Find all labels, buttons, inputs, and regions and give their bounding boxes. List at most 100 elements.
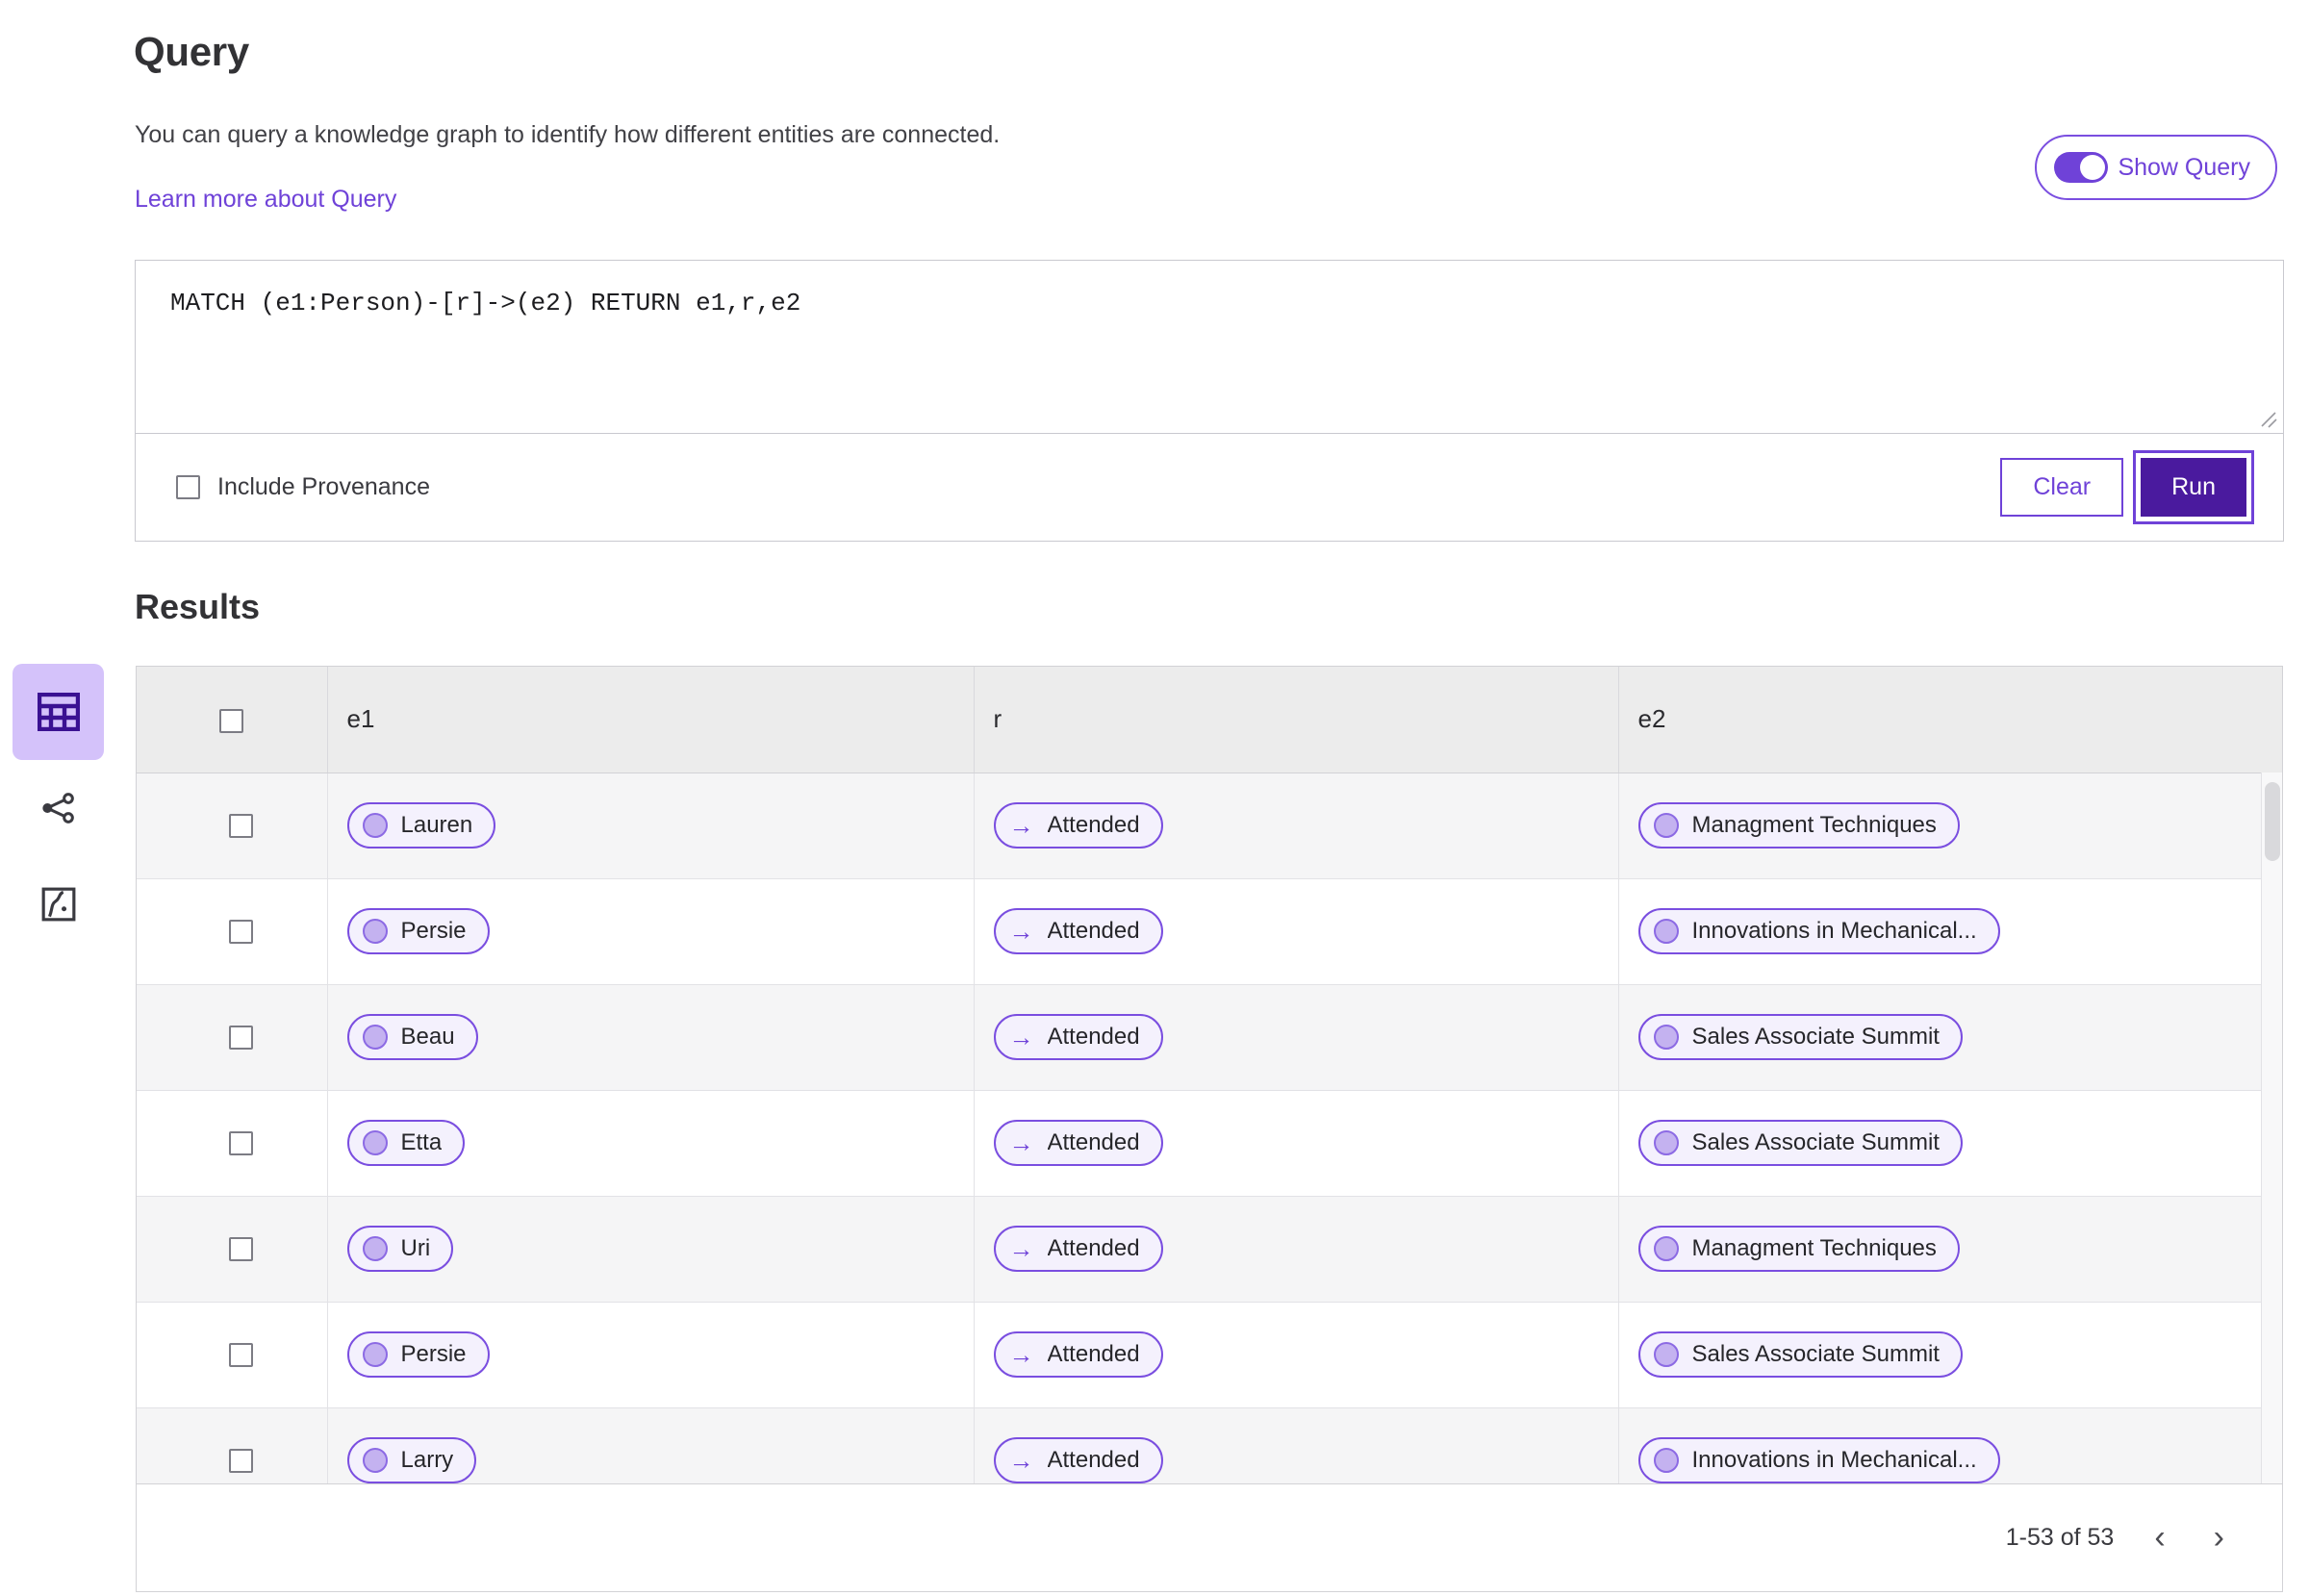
clear-button[interactable]: Clear <box>2000 458 2124 517</box>
row-select-cell <box>137 1302 328 1408</box>
select-all-checkbox[interactable] <box>219 708 244 733</box>
entity-chip[interactable]: Managment Techniques <box>1637 802 1960 849</box>
arrow-right-icon: → <box>1008 1446 1034 1475</box>
chip-label: Uri <box>400 1235 431 1261</box>
scrollbar-thumb[interactable] <box>2265 782 2280 861</box>
row-checkbox[interactable] <box>229 919 254 944</box>
results-vertical-scrollbar[interactable] <box>2261 773 2282 1483</box>
query-input[interactable]: MATCH (e1:Person)-[r]->(e2) RETURN e1,r,… <box>136 261 2283 434</box>
include-provenance-label: Include Provenance <box>217 473 430 500</box>
chip-label: Attended <box>1047 812 1140 838</box>
query-editor-card: MATCH (e1:Person)-[r]->(e2) RETURN e1,r,… <box>135 260 2284 542</box>
chip-label: Beau <box>400 1024 455 1050</box>
entity-node-icon <box>362 919 388 944</box>
entity-node-icon <box>1653 1236 1679 1261</box>
row-select-cell <box>137 1090 328 1197</box>
entity-chip[interactable]: Persie <box>346 1331 490 1378</box>
sidebar-item-graph-view[interactable] <box>13 760 104 856</box>
page-title: Query <box>134 29 249 74</box>
entity-node-icon <box>1653 1342 1679 1367</box>
resize-grip-icon[interactable] <box>2256 407 2277 428</box>
relationship-chip[interactable]: → Attended <box>993 1331 1163 1378</box>
table-row[interactable]: Uri → Attended Managment Techniques <box>137 1196 2282 1303</box>
sidebar-item-table-view[interactable] <box>13 664 104 760</box>
entity-node-icon <box>362 1130 388 1155</box>
row-checkbox[interactable] <box>229 1130 254 1155</box>
table-row[interactable]: Persie → Attended Sales Associate Summit <box>137 1302 2282 1408</box>
cell-e2: Sales Associate Summit <box>1618 1090 2282 1197</box>
relationship-chip[interactable]: → Attended <box>993 1437 1163 1483</box>
entity-node-icon <box>1653 1130 1679 1155</box>
table-row[interactable]: Beau → Attended Sales Associate Summit <box>137 984 2282 1091</box>
entity-chip[interactable]: Lauren <box>346 802 496 849</box>
entity-chip[interactable]: Sales Associate Summit <box>1637 1331 1963 1378</box>
pagination-next-button[interactable]: › <box>2206 1517 2232 1558</box>
toggle-switch[interactable] <box>2054 152 2109 183</box>
arrow-right-icon: → <box>1008 811 1034 840</box>
learn-more-link[interactable]: Learn more about Query <box>135 186 396 214</box>
results-panel: e1 r e2 Lauren → Attended Managment Techniq… <box>136 666 2283 1592</box>
select-all-header <box>137 667 328 773</box>
column-header-r[interactable]: r <box>974 667 1619 773</box>
chip-label: Persie <box>400 918 467 944</box>
relationship-chip[interactable]: → Attended <box>993 1014 1163 1060</box>
relationship-chip[interactable]: → Attended <box>993 908 1163 954</box>
row-select-cell <box>137 878 328 985</box>
cell-r: → Attended <box>974 878 1619 985</box>
pagination-bar: 1-53 of 53 ‹ › <box>137 1484 2282 1590</box>
entity-chip[interactable]: Innovations in Mechanical... <box>1637 1437 2000 1483</box>
chip-label: Attended <box>1047 1341 1140 1367</box>
row-checkbox[interactable] <box>229 813 254 838</box>
entity-node-icon <box>362 1236 388 1261</box>
row-select-cell <box>137 984 328 1091</box>
row-checkbox[interactable] <box>229 1236 254 1261</box>
relationship-chip[interactable]: → Attended <box>993 1226 1163 1272</box>
column-header-e1[interactable]: e1 <box>327 667 975 773</box>
entity-chip[interactable]: Etta <box>346 1120 466 1166</box>
entity-node-icon <box>1653 813 1679 838</box>
checkbox-box[interactable] <box>176 475 200 499</box>
show-query-toggle[interactable]: Show Query <box>2035 135 2277 200</box>
run-button-focus-ring: Run <box>2133 450 2254 524</box>
row-checkbox[interactable] <box>229 1342 254 1367</box>
cell-r: → Attended <box>974 984 1619 1091</box>
row-checkbox[interactable] <box>229 1025 254 1050</box>
page-description: You can query a knowledge graph to ident… <box>135 121 1001 148</box>
entity-node-icon <box>362 1025 388 1050</box>
entity-chip[interactable]: Persie <box>346 908 490 954</box>
entity-chip[interactable]: Uri <box>346 1226 454 1272</box>
entity-chip[interactable]: Larry <box>346 1437 477 1483</box>
cell-e1: Lauren <box>327 773 975 879</box>
table-row[interactable]: Larry → Attended Innovations in Mechanical.… <box>137 1407 2282 1483</box>
entity-chip[interactable]: Sales Associate Summit <box>1637 1014 1963 1060</box>
arrow-right-icon: → <box>1008 1128 1034 1157</box>
table-row[interactable]: Persie → Attended Innovations in Mechanical… <box>137 878 2282 985</box>
row-select-cell <box>137 773 328 879</box>
relationship-chip[interactable]: → Attended <box>993 1120 1163 1166</box>
arrow-right-icon: → <box>1008 917 1034 946</box>
cell-e1: Persie <box>327 878 975 985</box>
chip-label: Sales Associate Summit <box>1691 1341 1940 1367</box>
query-editor-footer: Include Provenance Clear Run <box>136 434 2283 541</box>
entity-chip[interactable]: Sales Associate Summit <box>1637 1120 1963 1166</box>
run-button[interactable]: Run <box>2141 458 2246 517</box>
pagination-prev-button[interactable]: ‹ <box>2146 1517 2172 1558</box>
entity-chip[interactable]: Innovations in Mechanical... <box>1637 908 2000 954</box>
table-row[interactable]: Lauren → Attended Managment Techniques <box>137 773 2282 879</box>
chip-label: Innovations in Mechanical... <box>1691 918 1977 944</box>
chip-label: Attended <box>1047 1447 1140 1473</box>
include-provenance-checkbox[interactable]: Include Provenance <box>176 473 430 501</box>
entity-chip[interactable]: Beau <box>346 1014 478 1060</box>
entity-chip[interactable]: Managment Techniques <box>1637 1226 1960 1272</box>
cell-e1: Persie <box>327 1302 975 1408</box>
chip-label: Persie <box>400 1341 467 1367</box>
sidebar-item-map-view[interactable] <box>13 856 104 952</box>
relationship-chip[interactable]: → Attended <box>993 802 1163 849</box>
view-mode-rail <box>0 664 114 952</box>
table-row[interactable]: Etta → Attended Sales Associate Summit <box>137 1090 2282 1197</box>
map-view-icon <box>40 886 77 923</box>
entity-node-icon <box>1653 919 1679 944</box>
row-checkbox[interactable] <box>229 1448 254 1473</box>
column-header-e2[interactable]: e2 <box>1618 667 2282 773</box>
chip-label: Attended <box>1047 1129 1140 1155</box>
